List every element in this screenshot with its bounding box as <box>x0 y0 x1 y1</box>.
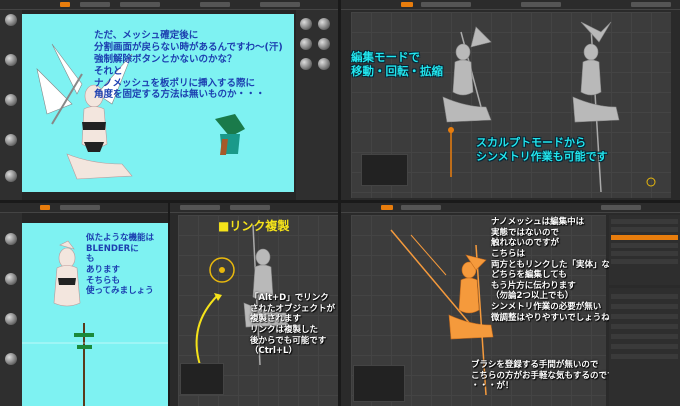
caption-line: 移動・回転・拡縮 <box>351 64 443 79</box>
section-title: ■リンク複製 <box>218 219 290 233</box>
operator-panel[interactable] <box>180 363 224 395</box>
blender-properties[interactable] <box>609 288 680 406</box>
blender-header[interactable] <box>341 203 680 213</box>
blender-window-top-right: 編集モードで 移動・回転・拡縮 スカルプトモードから シンメトリ作業も可能です <box>341 0 680 200</box>
zbrush-canvas[interactable]: ただ、メッシュ確定後に 分割画面が戻らない時があるんですわ～(汗) 強制解除ボタ… <box>22 14 294 192</box>
caption-line: 使ってみましょう <box>86 286 154 297</box>
blender-header[interactable] <box>341 0 680 10</box>
caption-line: リンクは複製した <box>250 324 319 335</box>
caption-line: こちらは <box>491 248 526 259</box>
zbrush-right-panel[interactable] <box>296 10 338 200</box>
caption-line: こちらの方がお手軽な気もするのです <box>471 370 616 381</box>
brush-icon[interactable] <box>5 54 17 66</box>
blender-viewport[interactable]: ナノメッシュは編集中は 実態ではないので 触れないのですが こちらは 両方ともリ… <box>351 215 627 406</box>
caption-line: も <box>86 254 95 265</box>
material-icon[interactable] <box>318 18 330 30</box>
brush-icon[interactable] <box>5 14 17 26</box>
operator-panel[interactable] <box>361 154 408 186</box>
caption-line: 後からでも可能です <box>250 335 327 346</box>
caption-line: 編集モードで <box>351 50 420 64</box>
caption-line: 分割画面が戻らない時があるんですわ～(汗) <box>94 41 283 53</box>
caption-line: ナノメッシュは編集中は <box>491 217 585 227</box>
caption-line: シンメトリ作業の必要が無い <box>491 302 602 312</box>
zbrush-window-top-left: ただ、メッシュ確定後に 分割画面が戻らない時があるんですわ～(汗) 強制解除ボタ… <box>0 0 338 200</box>
brush-icon[interactable] <box>5 170 17 182</box>
zbrush-window-bottom-left: 似たような機能は BLENDERに も あります そちらも 使ってみましょう <box>0 203 168 406</box>
caption-line: もう片方に伝わります <box>491 280 576 291</box>
material-icon[interactable] <box>318 58 330 70</box>
blender-outliner[interactable] <box>609 215 680 285</box>
blender-viewport[interactable]: 編集モードで 移動・回転・拡縮 スカルプトモードから シンメトリ作業も可能です <box>351 12 671 198</box>
blender-header[interactable] <box>170 203 338 213</box>
blender-window-bottom-right: ナノメッシュは編集中は 実態ではないので 触れないのですが こちらは 両方ともリ… <box>341 203 680 406</box>
caption-line: 複製されます <box>250 314 302 325</box>
caption-line: 両方ともリンクした「実体」なので <box>491 259 628 270</box>
caption-line: （Ctrl+L） <box>250 346 297 357</box>
brush-icon[interactable] <box>5 94 17 106</box>
zbrush-small-model <box>215 114 245 155</box>
caption-line: ・・・が！ <box>471 381 514 392</box>
material-icon[interactable] <box>300 18 312 30</box>
caption-line: 実態ではないので <box>491 227 560 238</box>
caption-line: あります <box>86 264 121 275</box>
caption-line: どちらを編集しても <box>491 270 567 281</box>
caption-line: 「Alt+D」でリンク <box>250 293 329 303</box>
brush-icon[interactable] <box>5 233 17 245</box>
zbrush-left-shelf[interactable] <box>0 213 22 406</box>
brush-icon[interactable] <box>5 353 17 365</box>
caption-line: 微調整はやりやすいでしょうね <box>491 312 610 323</box>
blender-viewport[interactable]: ■リンク複製 「Alt+D」でリンク されたオブジェクトが 複製されます リンク… <box>178 215 338 406</box>
caption-line: 角度を固定する方法は無いものか・・・ <box>94 89 266 101</box>
zbrush-left-shelf[interactable] <box>0 10 22 200</box>
brush-icon[interactable] <box>5 273 17 285</box>
caption-line: されたオブジェクトが <box>250 303 336 314</box>
caption-line: ブラシを登録する手間が無いので <box>471 360 599 370</box>
caption-line: シンメトリ作業も可能です <box>476 149 608 163</box>
caption-line: 似たような機能は <box>86 233 155 243</box>
zbrush-menubar[interactable] <box>0 0 338 10</box>
caption-line: それと <box>94 65 123 77</box>
caption-line: ただ、メッシュ確定後に <box>94 30 199 41</box>
material-icon[interactable] <box>300 38 312 50</box>
caption-line: 触れないのですが <box>491 238 560 249</box>
brush-icon[interactable] <box>5 313 17 325</box>
caption-line: スカルプトモードから <box>476 136 586 149</box>
material-icon[interactable] <box>300 58 312 70</box>
caption-line: BLENDERに <box>86 243 139 254</box>
operator-panel[interactable] <box>353 365 405 402</box>
zbrush-menubar[interactable] <box>0 203 168 213</box>
caption-line: 強制解除ボタンとかないのかな？ <box>94 53 237 65</box>
caption-line: ナノメッシュを板ポリに挿入する際に <box>94 77 256 89</box>
material-icon[interactable] <box>318 38 330 50</box>
caption-line: （勿論2つ以上でも） <box>491 291 574 302</box>
blender-window-bottom-center: ■リンク複製 「Alt+D」でリンク されたオブジェクトが 複製されます リンク… <box>170 203 338 406</box>
caption-line: そちらも <box>86 275 121 286</box>
zbrush-canvas[interactable]: 似たような機能は BLENDERに も あります そちらも 使ってみましょう <box>22 223 168 406</box>
brush-icon[interactable] <box>5 134 17 146</box>
